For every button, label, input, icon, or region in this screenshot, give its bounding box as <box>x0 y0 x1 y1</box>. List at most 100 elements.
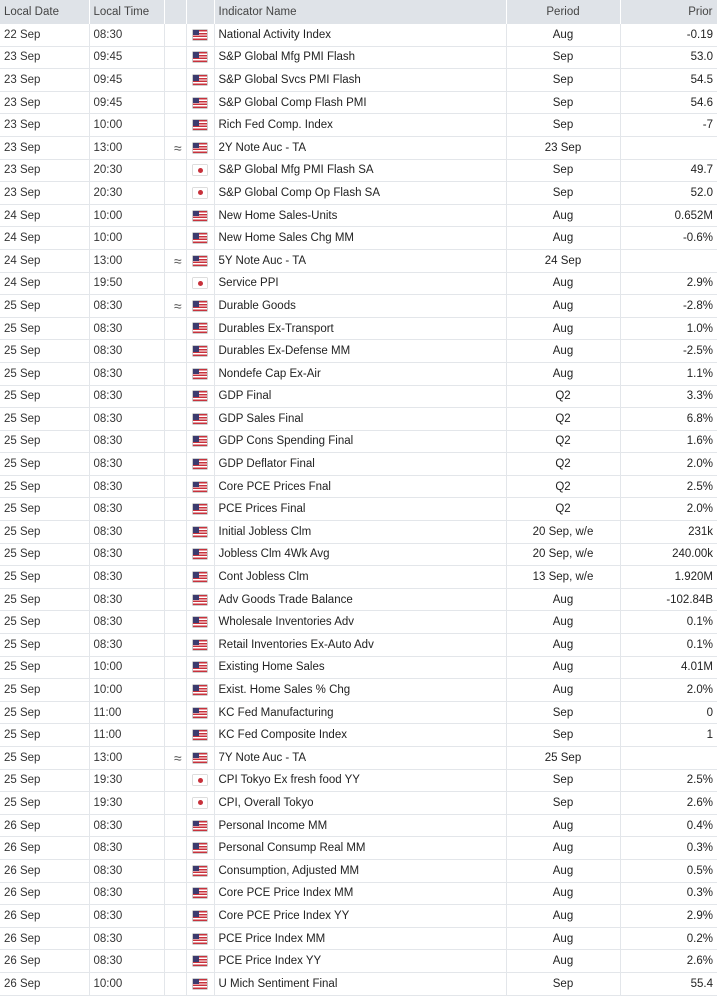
indicator-name-cell: Personal Income MM <box>214 814 507 838</box>
table-row[interactable]: 26 Sep 10:00 U Mich Sentiment Final Sep 55.4 <box>0 972 717 996</box>
table-row[interactable]: 25 Sep 08:30 GDP Deflator Final Q2 2.0% <box>0 452 717 476</box>
column-header-period[interactable]: Period <box>506 0 621 24</box>
column-header-indicator-name[interactable]: Indicator Name <box>214 0 507 24</box>
table-row[interactable]: 24 Sep 10:00 New Home Sales-Units Aug 0.652M <box>0 204 717 228</box>
table-row[interactable]: 25 Sep 08:30 Durables Ex-Transport Aug 1.0% <box>0 317 717 341</box>
table-row[interactable]: 23 Sep 09:45 S&P Global Svcs PMI Flash Sep 5… <box>0 68 717 92</box>
country-cell <box>186 543 215 567</box>
volatility-icon: ≈ <box>164 746 187 770</box>
table-row[interactable]: 25 Sep 08:30 Nondefe Cap Ex-Air Aug 1.1% <box>0 362 717 386</box>
table-row[interactable]: 26 Sep 08:30 Consumption, Adjusted MM Aug 0.… <box>0 859 717 883</box>
economic-calendar-table: Local Date Local Time Indicator Name Per… <box>0 0 717 996</box>
table-row[interactable]: 25 Sep 08:30 GDP Final Q2 3.3% <box>0 385 717 409</box>
country-cell <box>186 339 215 363</box>
time-cell: 08:30 <box>89 949 165 973</box>
table-row[interactable]: 24 Sep 10:00 New Home Sales Chg MM Aug -0.6% <box>0 226 717 250</box>
prior-cell: 0 <box>620 701 717 725</box>
header-row: Local Date Local Time Indicator Name Per… <box>0 0 717 24</box>
table-row[interactable]: 25 Sep 08:30 Jobless Clm 4Wk Avg 20 Sep, w/… <box>0 543 717 567</box>
table-row[interactable]: 25 Sep 19:30 CPI Tokyo Ex fresh food YY Sep… <box>0 769 717 793</box>
column-header-local-time[interactable]: Local Time <box>89 0 165 24</box>
table-row[interactable]: 26 Sep 08:30 PCE Price Index YY Aug 2.6% <box>0 949 717 973</box>
table-row[interactable]: 25 Sep 10:00 Existing Home Sales Aug 4.01M <box>0 656 717 680</box>
time-cell: 11:00 <box>89 723 165 747</box>
us-flag-icon <box>193 910 207 921</box>
volatility-icon <box>164 159 187 183</box>
prior-cell: 2.6% <box>620 791 717 815</box>
table-row[interactable]: 25 Sep 08:30 GDP Cons Spending Final Q2 1.6% <box>0 430 717 454</box>
table-row[interactable]: 23 Sep 20:30 S&P Global Mfg PMI Flash SA Se… <box>0 159 717 183</box>
date-cell: 25 Sep <box>0 294 90 318</box>
us-flag-icon <box>193 978 207 989</box>
prior-cell: 0.3% <box>620 836 717 860</box>
time-cell: 08:30 <box>89 24 165 47</box>
table-row[interactable]: 26 Sep 08:30 Core PCE Price Index MM Aug 0.3… <box>0 882 717 906</box>
time-cell: 10:00 <box>89 678 165 702</box>
indicator-name-cell: S&P Global Comp Flash PMI <box>214 91 507 115</box>
column-header-prior[interactable]: Prior <box>620 0 717 24</box>
table-row[interactable]: 25 Sep 11:00 KC Fed Manufacturing Sep 0 <box>0 701 717 725</box>
date-cell: 25 Sep <box>0 543 90 567</box>
country-cell <box>186 362 215 386</box>
us-flag-icon <box>193 300 207 311</box>
table-row[interactable]: 25 Sep 08:30 Cont Jobless Clm 13 Sep, w/e 1.… <box>0 565 717 589</box>
indicator-name-cell: PCE Prices Final <box>214 497 507 522</box>
date-cell: 25 Sep <box>0 497 90 522</box>
table-row[interactable]: 23 Sep 20:30 S&P Global Comp Op Flash SA Se… <box>0 181 717 205</box>
volatility-icon <box>164 520 187 544</box>
table-row[interactable]: 23 Sep 09:45 S&P Global Comp Flash PMI Sep 5… <box>0 91 717 115</box>
time-cell: 10:00 <box>89 226 165 250</box>
table-row[interactable]: 25 Sep 08:30 Initial Jobless Clm 20 Sep, w/… <box>0 520 717 544</box>
table-row[interactable]: 25 Sep 08:30 Wholesale Inventories Adv Aug 0… <box>0 610 717 635</box>
period-cell: Q2 <box>506 452 621 476</box>
country-cell <box>186 113 215 137</box>
prior-cell: -0.6% <box>620 226 717 250</box>
time-cell: 08:30 <box>89 385 165 409</box>
us-flag-icon <box>193 843 207 854</box>
prior-cell: -0.19 <box>620 24 717 47</box>
volatility-icon <box>164 46 187 70</box>
period-cell: Aug <box>506 204 621 228</box>
time-cell: 08:30 <box>89 882 165 906</box>
table-row[interactable]: 25 Sep 08:30 PCE Prices Final Q2 2.0% <box>0 497 717 522</box>
table-row[interactable]: 23 Sep 10:00 Rich Fed Comp. Index Sep -7 <box>0 113 717 137</box>
table-row[interactable]: 25 Sep 08:30 Durables Ex-Defense MM Aug -2.5… <box>0 339 717 363</box>
period-cell: Aug <box>506 904 621 928</box>
us-flag-icon <box>193 888 207 899</box>
indicator-name-cell: 7Y Note Auc - TA <box>214 746 507 770</box>
table-row[interactable]: 24 Sep 13:00 ≈5Y Note Auc - TA 24 Sep <box>0 249 717 273</box>
volatility-icon <box>164 226 187 250</box>
table-row[interactable]: 22 Sep 08:30 National Activity Index Aug -0.… <box>0 24 717 47</box>
table-row[interactable]: 25 Sep 08:30 Retail Inventories Ex-Auto Ad… <box>0 633 717 657</box>
table-row[interactable]: 26 Sep 08:30 PCE Price Index MM Aug 0.2% <box>0 927 717 951</box>
table-row[interactable]: 26 Sep 08:30 Personal Consump Real MM Aug 0.… <box>0 836 717 860</box>
column-header-local-date[interactable]: Local Date <box>0 0 90 24</box>
indicator-name-cell: New Home Sales-Units <box>214 204 507 228</box>
indicator-name-cell: Service PPI <box>214 272 507 296</box>
time-cell: 13:00 <box>89 746 165 770</box>
table-row[interactable]: 23 Sep 09:45 S&P Global Mfg PMI Flash Sep 53… <box>0 46 717 70</box>
time-cell: 13:00 <box>89 249 165 273</box>
period-cell: Sep <box>506 723 621 747</box>
table-row[interactable]: 26 Sep 08:30 Core PCE Price Index YY Aug 2.9… <box>0 904 717 928</box>
table-row[interactable]: 24 Sep 19:50 Service PPI Aug 2.9% <box>0 272 717 296</box>
table-row[interactable]: 25 Sep 19:30 CPI, Overall Tokyo Sep 2.6% <box>0 791 717 815</box>
table-row[interactable]: 25 Sep 11:00 KC Fed Composite Index Sep 1 <box>0 723 717 747</box>
indicator-name-cell: Durables Ex-Transport <box>214 317 507 341</box>
country-cell <box>186 949 215 973</box>
date-cell: 25 Sep <box>0 452 90 476</box>
table-row[interactable]: 25 Sep 10:00 Exist. Home Sales % Chg Aug 2.0… <box>0 678 717 702</box>
date-cell: 25 Sep <box>0 791 90 815</box>
table-row[interactable]: 25 Sep 13:00 ≈7Y Note Auc - TA 25 Sep <box>0 746 717 770</box>
table-row[interactable]: 25 Sep 08:30 GDP Sales Final Q2 6.8% <box>0 407 717 431</box>
table-row[interactable]: 25 Sep 08:30 Core PCE Prices Fnal Q2 2.5% <box>0 475 717 499</box>
table-row[interactable]: 26 Sep 08:30 Personal Income MM Aug 0.4% <box>0 814 717 838</box>
time-cell: 08:30 <box>89 588 165 612</box>
country-cell <box>186 430 215 454</box>
table-row[interactable]: 25 Sep 08:30 ≈ Durable Goods Aug -2.8% <box>0 294 717 318</box>
table-row[interactable]: 25 Sep 08:30 Adv Goods Trade Balance Aug -10… <box>0 588 717 612</box>
period-cell: Aug <box>506 610 621 635</box>
date-cell: 25 Sep <box>0 317 90 341</box>
country-cell <box>186 475 215 499</box>
table-row[interactable]: 23 Sep 13:00 ≈2Y Note Auc - TA 23 Sep <box>0 136 717 160</box>
